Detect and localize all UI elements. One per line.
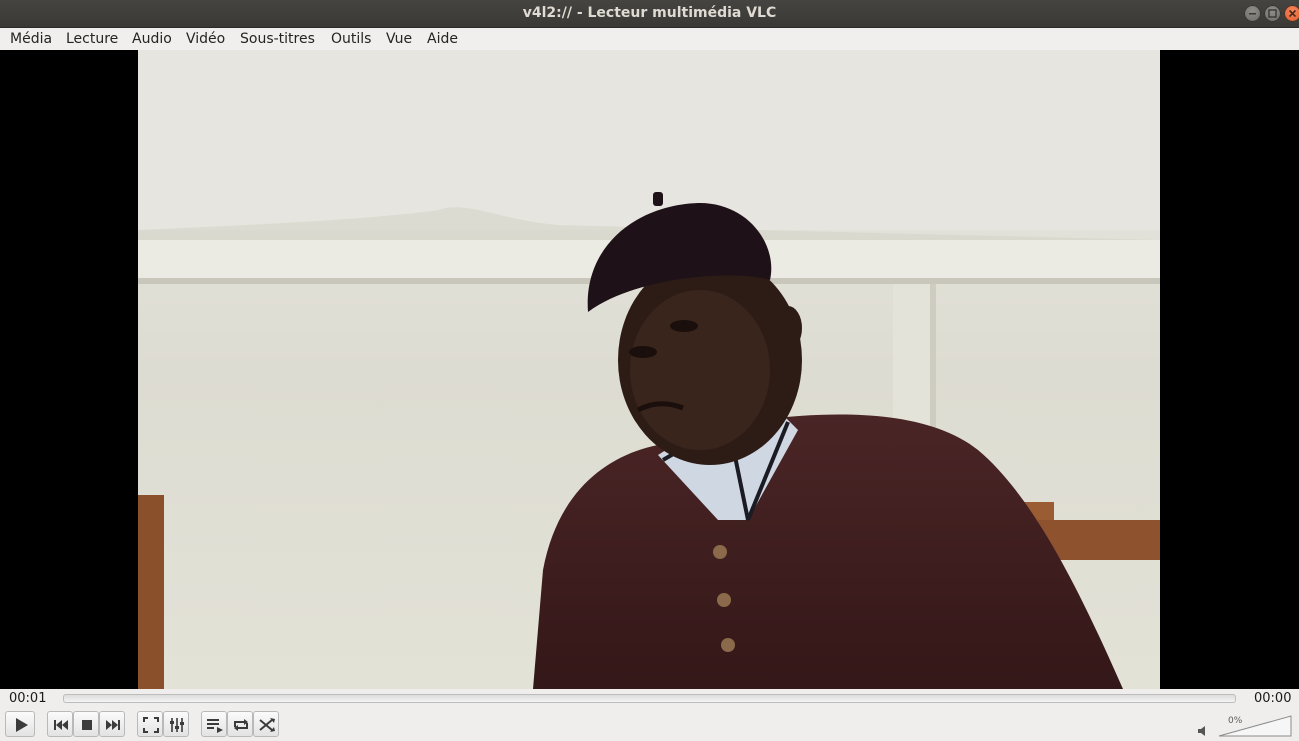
close-button[interactable]	[1284, 5, 1299, 22]
minimize-button[interactable]	[1244, 5, 1261, 22]
speaker-icon[interactable]	[1197, 725, 1211, 737]
menu-view[interactable]: Vue	[386, 30, 412, 48]
extended-settings-icon	[170, 718, 184, 732]
control-bar: 00:01 00:00 0%	[0, 689, 1299, 741]
close-icon	[1288, 9, 1297, 18]
play-icon	[16, 718, 28, 732]
window-titlebar[interactable]: v4l2:// - Lecteur multimédia VLC	[0, 0, 1299, 28]
menu-video[interactable]: Vidéo	[186, 30, 225, 48]
menu-media[interactable]: Média	[10, 30, 52, 48]
menu-audio[interactable]: Audio	[132, 30, 172, 48]
shuffle-icon	[259, 718, 275, 732]
video-frame	[138, 50, 1160, 689]
menu-playback[interactable]: Lecture	[66, 30, 118, 48]
stop-button[interactable]	[73, 711, 99, 737]
previous-icon	[54, 720, 68, 730]
next-button[interactable]	[99, 711, 125, 737]
menu-tools[interactable]: Outils	[331, 30, 371, 48]
stop-icon	[82, 720, 92, 730]
loop-icon	[234, 719, 248, 731]
menu-subtitles[interactable]: Sous-titres	[240, 30, 315, 48]
playlist-button[interactable]	[201, 711, 227, 737]
playlist-icon	[207, 719, 223, 733]
next-icon	[106, 720, 120, 730]
remaining-time[interactable]: 00:00	[1254, 691, 1291, 707]
maximize-icon	[1268, 9, 1277, 18]
webcam-video-image	[138, 50, 1160, 689]
previous-button[interactable]	[47, 711, 73, 737]
seek-slider[interactable]	[63, 694, 1236, 703]
elapsed-time[interactable]: 00:01	[9, 691, 46, 707]
window-title: v4l2:// - Lecteur multimédia VLC	[522, 5, 777, 21]
menu-bar: Média Lecture Audio Vidéo Sous-titres Ou…	[0, 28, 1299, 51]
menu-help[interactable]: Aide	[427, 30, 458, 48]
maximize-button[interactable]	[1264, 5, 1281, 22]
play-button[interactable]	[5, 711, 35, 737]
video-area[interactable]	[0, 50, 1299, 689]
volume-label: 0%	[1228, 716, 1243, 726]
minimize-icon	[1249, 13, 1256, 15]
fullscreen-icon	[143, 717, 159, 733]
loop-button[interactable]	[227, 711, 253, 737]
shuffle-button[interactable]	[253, 711, 279, 737]
fullscreen-button[interactable]	[137, 711, 163, 737]
extended-settings-button[interactable]	[163, 711, 189, 737]
